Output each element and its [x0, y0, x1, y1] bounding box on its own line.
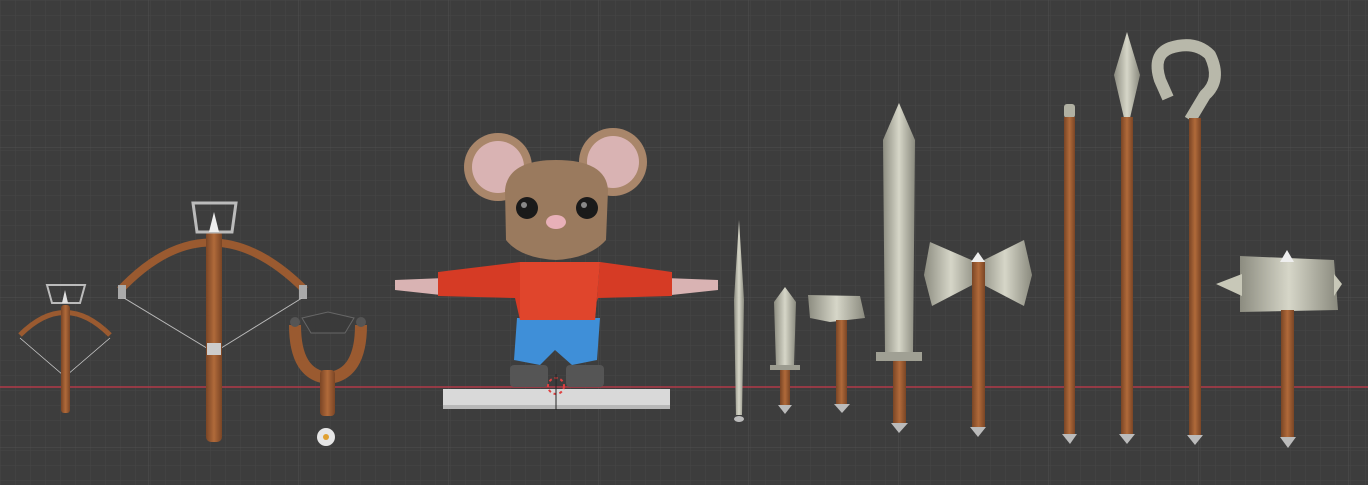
3d-viewport[interactable] — [0, 0, 1368, 485]
staff[interactable] — [1062, 104, 1077, 444]
viewport-canvas[interactable] — [0, 0, 1368, 485]
